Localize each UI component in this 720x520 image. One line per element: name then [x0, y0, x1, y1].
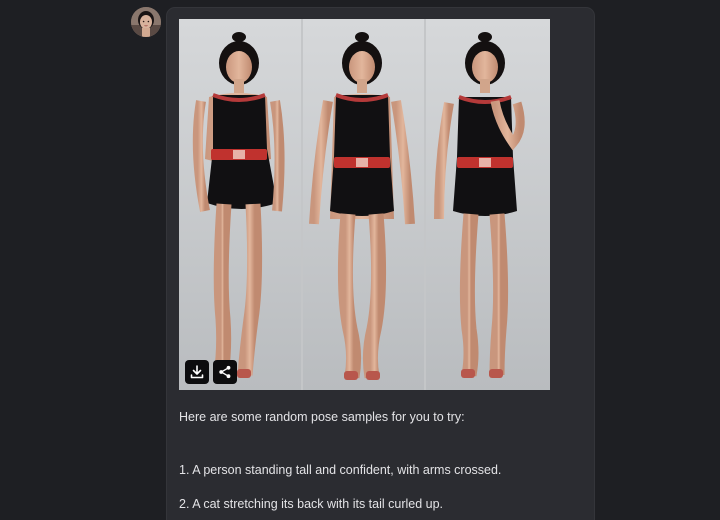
avatar[interactable] [131, 7, 161, 37]
generated-image[interactable] [179, 19, 550, 390]
share-button[interactable] [213, 360, 237, 384]
download-icon [190, 365, 204, 379]
message-intro-text: Here are some random pose samples for yo… [179, 410, 465, 424]
chat-page: Here are some random pose samples for yo… [0, 0, 720, 520]
share-icon [219, 365, 231, 379]
pose-samples-image [179, 19, 550, 390]
avatar-image [131, 7, 161, 37]
list-item: 2. A cat stretching its back with its ta… [179, 497, 444, 511]
list-item: 1. A person standing tall and confident,… [179, 463, 502, 477]
download-button[interactable] [185, 360, 209, 384]
assistant-message-bubble: Here are some random pose samples for yo… [166, 7, 595, 520]
